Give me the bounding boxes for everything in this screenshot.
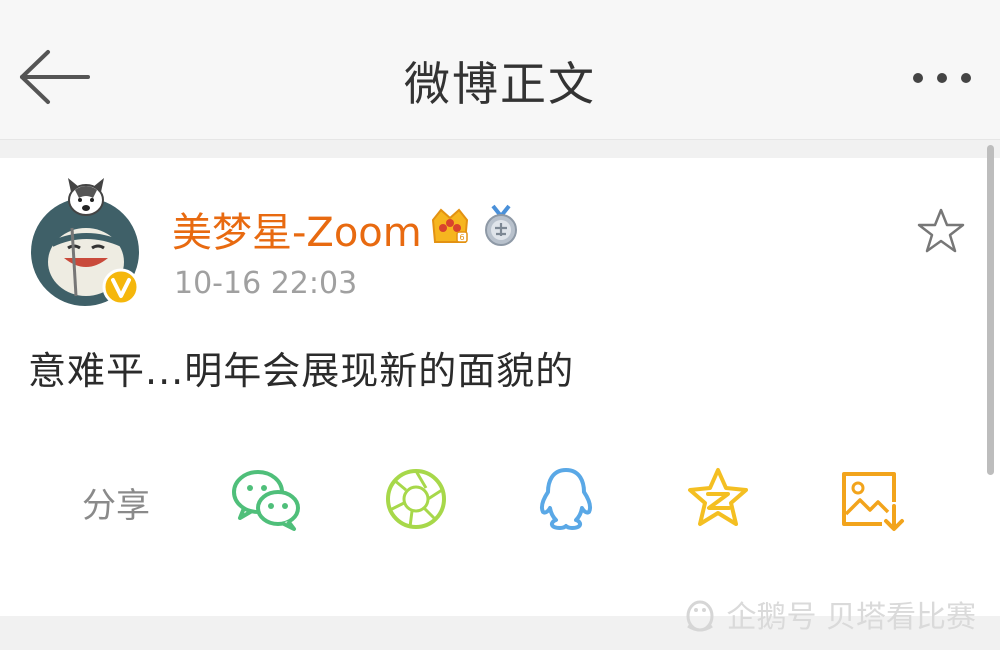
penguin-logo-icon — [686, 600, 714, 632]
crown-badge-icon[interactable]: 6 — [430, 204, 470, 246]
author-name[interactable]: 美梦星-Zoom — [172, 200, 422, 258]
share-label: 分享 — [82, 486, 150, 526]
more-dots-icon[interactable] — [908, 60, 976, 96]
moments-icon[interactable] — [380, 466, 452, 532]
scrollbar[interactable] — [987, 145, 994, 475]
watermark: 企鹅号 贝塔看比赛 — [682, 594, 976, 635]
star-favorite-icon[interactable] — [916, 206, 966, 256]
verified-v-icon — [102, 268, 140, 306]
svg-text:6: 6 — [459, 233, 464, 242]
qzone-icon[interactable] — [682, 466, 754, 532]
qq-icon[interactable] — [530, 466, 602, 532]
post-content: 意难平...明年会展现新的面貌的 — [28, 349, 575, 393]
medal-badge-icon[interactable] — [482, 204, 520, 246]
wechat-icon[interactable] — [230, 466, 302, 532]
save-image-icon[interactable] — [836, 466, 908, 532]
watermark-text: 企鹅号 贝塔看比赛 — [726, 600, 976, 635]
top-navigation-bar: 微博正文 — [0, 0, 1000, 140]
post-timestamp: 10-16 22:03 — [174, 266, 358, 301]
page-title: 微博正文 — [404, 57, 596, 111]
